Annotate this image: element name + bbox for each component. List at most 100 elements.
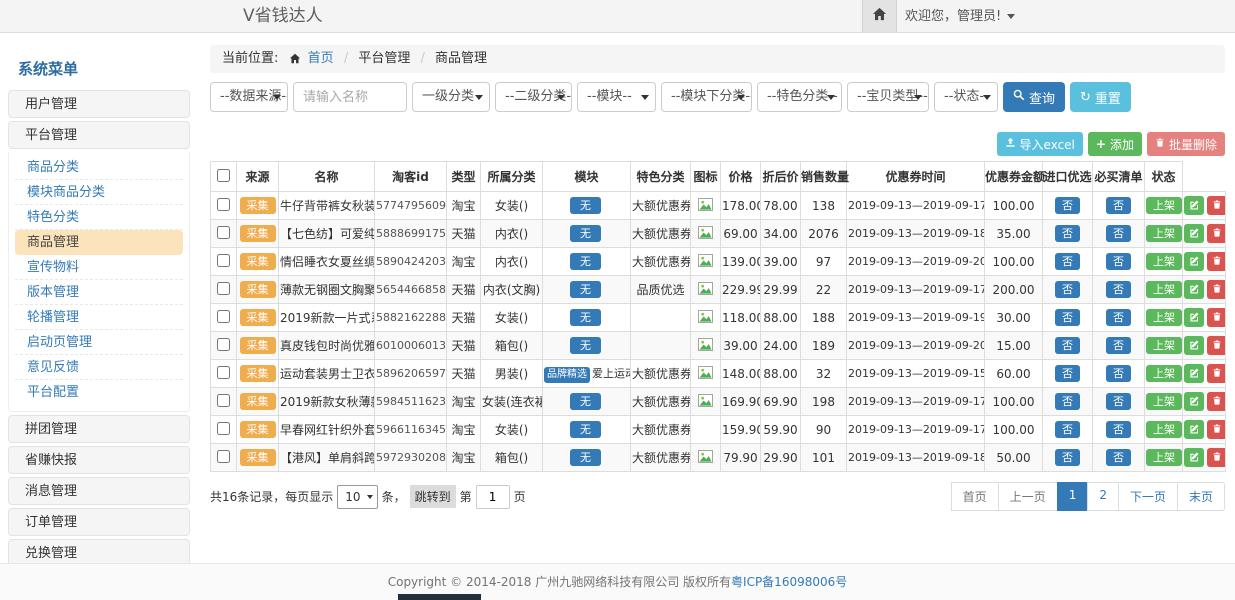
status-badge[interactable]: 上架: [1146, 225, 1182, 242]
import-optional-badge[interactable]: 否: [1055, 281, 1080, 298]
delete-button[interactable]: [1207, 448, 1226, 467]
row-checkbox[interactable]: [217, 310, 230, 323]
page-button[interactable]: 2: [1087, 482, 1119, 511]
sidebar-subitem[interactable]: 模块商品分类: [15, 180, 183, 205]
edit-button[interactable]: [1184, 224, 1204, 243]
sidebar-subitem[interactable]: 意见反馈: [15, 355, 183, 380]
page-number-input[interactable]: [476, 485, 510, 509]
select-all-checkbox[interactable]: [217, 169, 230, 182]
sidebar-subitem[interactable]: 平台配置: [15, 380, 183, 405]
must-buy-badge[interactable]: 否: [1106, 365, 1131, 382]
page-button[interactable]: 下一页: [1118, 482, 1178, 511]
delete-button[interactable]: [1207, 196, 1226, 215]
row-checkbox[interactable]: [217, 254, 230, 267]
must-buy-badge[interactable]: 否: [1106, 253, 1131, 270]
status-badge[interactable]: 上架: [1146, 337, 1182, 354]
edit-button[interactable]: [1184, 336, 1204, 355]
row-checkbox[interactable]: [217, 282, 230, 295]
import-optional-badge[interactable]: 否: [1055, 253, 1080, 270]
must-buy-badge[interactable]: 否: [1106, 197, 1131, 214]
must-buy-badge[interactable]: 否: [1106, 337, 1131, 354]
filter-select-item-type[interactable]: --宝贝类型--: [847, 82, 929, 112]
import-optional-badge[interactable]: 否: [1055, 197, 1080, 214]
row-checkbox[interactable]: [217, 394, 230, 407]
sidebar-subitem[interactable]: 商品分类: [15, 155, 183, 180]
must-buy-badge[interactable]: 否: [1106, 421, 1131, 438]
icp-link[interactable]: 粤ICP备16098006号: [731, 575, 847, 589]
sidebar-subitem[interactable]: 特色分类: [15, 205, 183, 230]
filter-select-level1-category[interactable]: 一级分类: [412, 82, 490, 112]
row-checkbox[interactable]: [217, 450, 230, 463]
row-checkbox[interactable]: [217, 422, 230, 435]
row-checkbox[interactable]: [217, 226, 230, 239]
batch-delete-button[interactable]: 批量删除: [1147, 132, 1225, 156]
page-button[interactable]: 末页: [1177, 482, 1225, 511]
status-badge[interactable]: 上架: [1146, 393, 1182, 410]
import-optional-badge[interactable]: 否: [1055, 309, 1080, 326]
import-optional-badge[interactable]: 否: [1055, 225, 1080, 242]
status-badge[interactable]: 上架: [1146, 197, 1182, 214]
user-menu[interactable]: 欢迎您，管理员!: [905, 0, 1015, 33]
breadcrumb-home-link[interactable]: 首页: [308, 51, 334, 66]
sidebar-subitem[interactable]: 轮播管理: [15, 305, 183, 330]
sidebar-subitem[interactable]: 版本管理: [15, 280, 183, 305]
edit-button[interactable]: [1184, 448, 1204, 467]
filter-select-module[interactable]: --模块--: [577, 82, 656, 112]
must-buy-badge[interactable]: 否: [1106, 449, 1131, 466]
delete-button[interactable]: [1207, 308, 1226, 327]
delete-button[interactable]: [1207, 392, 1226, 411]
sidebar-item[interactable]: 订单管理: [8, 508, 190, 536]
name-search-input[interactable]: [293, 82, 407, 112]
sidebar-item[interactable]: 拼团管理: [8, 415, 190, 443]
filter-select-status[interactable]: --状态--: [934, 82, 998, 112]
sidebar-subitem[interactable]: 宣传物料: [15, 255, 183, 280]
edit-button[interactable]: [1184, 420, 1204, 439]
import-optional-badge[interactable]: 否: [1055, 393, 1080, 410]
edit-button[interactable]: [1184, 252, 1204, 271]
page-button[interactable]: 上一页: [998, 482, 1058, 511]
must-buy-badge[interactable]: 否: [1106, 225, 1131, 242]
sidebar-item[interactable]: 消息管理: [8, 477, 190, 505]
edit-button[interactable]: [1184, 280, 1204, 299]
delete-button[interactable]: [1207, 364, 1226, 383]
must-buy-badge[interactable]: 否: [1106, 281, 1131, 298]
sidebar-subitem[interactable]: 商品管理: [15, 230, 183, 255]
edit-button[interactable]: [1184, 196, 1204, 215]
edit-button[interactable]: [1184, 392, 1204, 411]
home-button[interactable]: [862, 0, 897, 32]
sidebar-subitem[interactable]: 启动页管理: [15, 330, 183, 355]
import-optional-badge[interactable]: 否: [1055, 449, 1080, 466]
status-badge[interactable]: 上架: [1146, 253, 1182, 270]
filter-select-data-source[interactable]: --数据来源--: [210, 82, 288, 112]
sidebar-item[interactable]: 省赚快报: [8, 446, 190, 474]
must-buy-badge[interactable]: 否: [1106, 309, 1131, 326]
sidebar-item-platform-mgmt[interactable]: 平台管理: [8, 121, 190, 149]
import-excel-button[interactable]: 导入excel: [997, 132, 1083, 156]
filter-select-level2-category[interactable]: --二级分类--: [495, 82, 572, 112]
row-checkbox[interactable]: [217, 338, 230, 351]
row-checkbox[interactable]: [217, 366, 230, 379]
page-button[interactable]: 首页: [951, 482, 999, 511]
delete-button[interactable]: [1207, 224, 1226, 243]
import-optional-badge[interactable]: 否: [1055, 337, 1080, 354]
edit-button[interactable]: [1184, 364, 1204, 383]
status-badge[interactable]: 上架: [1146, 309, 1182, 326]
status-badge[interactable]: 上架: [1146, 365, 1182, 382]
import-optional-badge[interactable]: 否: [1055, 421, 1080, 438]
delete-button[interactable]: [1207, 420, 1226, 439]
delete-button[interactable]: [1207, 252, 1226, 271]
sidebar-item[interactable]: 兑换管理: [8, 539, 190, 563]
status-badge[interactable]: 上架: [1146, 449, 1182, 466]
search-button[interactable]: 查询: [1003, 82, 1065, 112]
delete-button[interactable]: [1207, 336, 1226, 355]
status-badge[interactable]: 上架: [1146, 281, 1182, 298]
reset-button[interactable]: ↻ 重置: [1070, 82, 1131, 112]
filter-select-module-sub[interactable]: --模块下分类--: [661, 82, 752, 112]
add-button[interactable]: + 添加: [1088, 132, 1142, 156]
row-checkbox[interactable]: [217, 198, 230, 211]
delete-button[interactable]: [1207, 280, 1226, 299]
must-buy-badge[interactable]: 否: [1106, 393, 1131, 410]
per-page-select[interactable]: 10: [337, 485, 377, 509]
status-badge[interactable]: 上架: [1146, 421, 1182, 438]
page-button[interactable]: 1: [1057, 482, 1089, 511]
